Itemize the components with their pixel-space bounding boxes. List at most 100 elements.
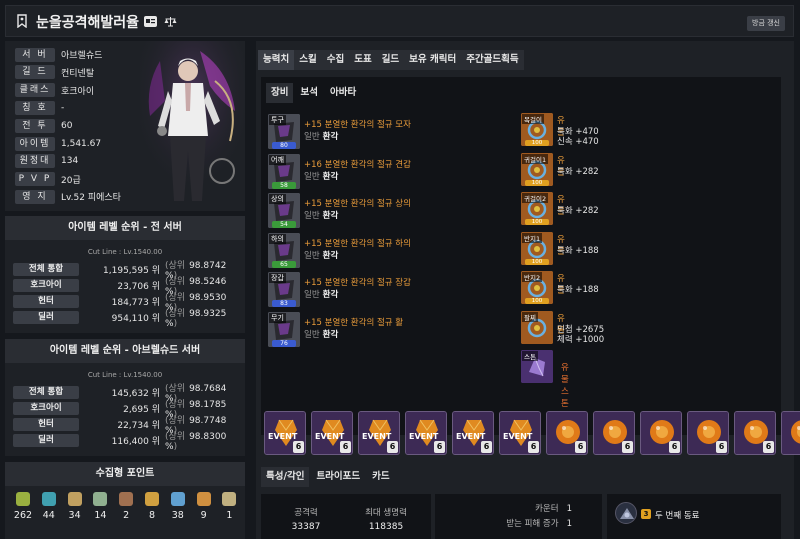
tab-sub[interactable]: 아바타: [325, 83, 361, 103]
gem-item[interactable]: 6: [781, 411, 800, 455]
gem-level: 6: [763, 441, 774, 453]
profile-label: 길 드: [15, 65, 55, 80]
tab-main[interactable]: 보유 캐릭터: [404, 50, 462, 70]
accessory-stat: 특화 +282: [557, 206, 599, 216]
equipment-name: +15 분열한 환각의 절규 상의: [304, 199, 411, 209]
bottom-tabs: 특성/각인 트라이포드 카드: [261, 467, 397, 487]
profile-label: 원정대: [15, 154, 55, 169]
extra-stat-row: 받는 피해 증가 1: [506, 517, 572, 529]
gem-event-label: EVENT: [268, 432, 298, 441]
rank-label: 헌터: [13, 417, 79, 431]
extra-stat-row: 카운터 1: [535, 502, 572, 514]
accessory-quality: 100: [525, 298, 549, 304]
gem-item[interactable]: EVENT 6: [311, 411, 353, 455]
equipment-grade: 일반: [304, 290, 320, 300]
id-card-icon[interactable]: [144, 16, 157, 27]
collection-item[interactable]: 34: [63, 492, 87, 521]
title-bar: 눈을공격해발러율 방금 갱신: [5, 5, 794, 37]
bookmark-icon[interactable]: [16, 14, 28, 28]
equipment-slot: 상의: [269, 194, 286, 204]
equipment-quality: 58: [272, 181, 296, 189]
equipment-panel: 장비 보석 아바타 투구 80 +15 분열한 환각의 절규 모자 일반 환각 어깨 58 +16…: [261, 77, 781, 435]
gem-row: EVENT 6 EVENT 6 EVENT 6 EVENT 6 EVENT 6 EVENT 6 6 6 6 6…: [261, 410, 800, 460]
tab-bottom[interactable]: 카드: [367, 467, 394, 487]
rank-all-cutline: Cut Line : Lv.1540.00: [87, 248, 163, 256]
accessory-quality: 100: [525, 219, 549, 225]
tab-bottom[interactable]: 특성/각인: [261, 467, 310, 487]
equipment-grade: 일반: [304, 329, 320, 340]
equipment-slot: 장갑: [269, 273, 286, 283]
rank-position: 23,706 위: [117, 281, 160, 292]
stat-label: 공격력: [294, 508, 318, 518]
rank-percentile: (상위 98.9325 %): [165, 306, 239, 329]
profile-row: 길 드 컨티넨탈: [15, 65, 94, 80]
stone-label: 유물 스톤: [561, 363, 569, 409]
accessory-slot: 반지2: [522, 272, 543, 282]
gem-item[interactable]: EVENT 6: [452, 411, 494, 455]
rank-pct-open: (상위: [165, 383, 186, 394]
collection-item[interactable]: 9: [192, 492, 216, 521]
equipment-quality: 54: [272, 221, 296, 228]
accessory-stat: 체력 +1000: [557, 334, 605, 345]
tab-main[interactable]: 길드: [376, 50, 405, 70]
rank-pct-open: (상위: [165, 276, 186, 287]
rank-position: 184,773 위: [111, 297, 160, 308]
collection-item[interactable]: 1: [217, 492, 241, 521]
gem-item[interactable]: 6: [546, 411, 588, 455]
collection-item[interactable]: 8: [140, 492, 164, 521]
equipment-grade: 일반: [304, 211, 320, 221]
collection-item[interactable]: 38: [166, 492, 190, 521]
equipment-name: +16 분열한 환각의 절규 견갑: [304, 159, 411, 170]
gem-event-label: EVENT: [409, 432, 439, 441]
collection-item[interactable]: 14: [88, 492, 112, 521]
gem-item[interactable]: EVENT 6: [499, 411, 541, 455]
profile-row: 아이템 1,541.67: [15, 136, 101, 151]
tab-sub[interactable]: 장비: [266, 83, 294, 103]
rank-pct-open: (상위: [165, 431, 186, 442]
island-icon: [41, 492, 56, 506]
tab-bottom[interactable]: 트라이포드: [311, 467, 365, 487]
stat-column: 최대 생명력 118385: [351, 506, 421, 532]
tab-main[interactable]: 주간골드획득: [461, 50, 524, 70]
tab-main[interactable]: 능력치: [258, 50, 295, 70]
gem-item[interactable]: 6: [593, 411, 635, 455]
rank-label: 딜러: [13, 433, 79, 447]
collection-count: 8: [148, 510, 156, 521]
refresh-button[interactable]: 방금 갱신: [747, 16, 785, 31]
collection-item[interactable]: 262: [11, 492, 35, 521]
gem-item[interactable]: 6: [734, 411, 776, 455]
collection-item[interactable]: 2: [114, 492, 138, 521]
equipment-name: +15 분열한 환각의 절규 장갑: [304, 278, 411, 288]
gem-level: 6: [575, 441, 586, 453]
tab-main[interactable]: 스킬: [294, 50, 322, 70]
equipment-grade-line: 일반 환각: [304, 170, 338, 182]
collection-item[interactable]: 44: [37, 492, 61, 521]
rank-row: 딜러 116,400 위 (상위 98.8300 %): [13, 431, 239, 452]
gem-item[interactable]: EVENT 6: [405, 411, 447, 455]
tab-main[interactable]: 수집: [321, 50, 350, 70]
accessory-stat: 신속 +470: [557, 137, 599, 147]
rank-pct-open: (상위: [165, 308, 186, 319]
profile-label: 클래스: [15, 83, 55, 98]
gem-item[interactable]: EVENT 6: [264, 411, 306, 455]
scale-icon[interactable]: [164, 16, 177, 27]
profile-row: 영 지 Lv.52 피에스타: [15, 189, 121, 204]
stone-slot: 스톤: [522, 351, 538, 361]
equipment-set: 환각: [322, 290, 339, 300]
stat-value: 33387: [291, 522, 321, 532]
gem-item[interactable]: EVENT 6: [358, 411, 400, 455]
engraving-icon[interactable]: [615, 502, 637, 524]
rank-label: 전체 통합: [13, 385, 79, 399]
equipment-icon: 무기 76: [268, 311, 300, 347]
tab-sub[interactable]: 보석: [295, 83, 322, 103]
tab-main[interactable]: 도표: [349, 50, 377, 70]
gem-item[interactable]: 6: [640, 411, 682, 455]
equipment-grade-line: 일반 환각: [304, 209, 338, 221]
rank-pct-open: (상위: [165, 292, 186, 303]
rank-all-panel: 아이템 레벨 순위 - 전 서버 Cut Line : Lv.1540.00 전…: [5, 216, 245, 333]
yeti-icon: [119, 492, 134, 506]
equipment-set: 환각: [322, 132, 339, 142]
rank-label: 호크아이: [13, 278, 79, 292]
gem-item[interactable]: 6: [687, 411, 729, 455]
rank-row: 딜러 954,110 위 (상위 98.9325 %): [13, 309, 239, 329]
